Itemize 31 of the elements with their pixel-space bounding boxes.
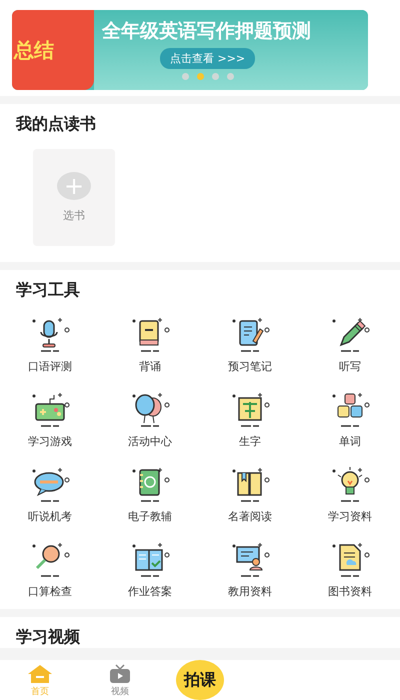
tv-icon	[109, 664, 131, 684]
section-title: 我的点读书	[16, 114, 97, 135]
tool-label[interactable]: 活动中心	[128, 434, 172, 449]
carousel-dot[interactable]	[197, 73, 204, 80]
tool-label[interactable]: 听说机考	[28, 509, 72, 524]
tool-label[interactable]: 预习笔记	[228, 359, 272, 374]
carousel-dot[interactable]	[212, 73, 219, 80]
tool-label[interactable]: 电子教辅	[128, 509, 172, 524]
tool-label[interactable]: 背诵	[139, 359, 161, 374]
tool-label[interactable]: 教用资料	[228, 584, 272, 599]
tool-label[interactable]: 口算检查	[28, 584, 72, 599]
banner-side-text: 总结	[14, 36, 55, 64]
tool-label[interactable]: 名著阅读	[228, 509, 272, 524]
tool-label[interactable]: 学习资料	[328, 509, 372, 524]
nav-tab[interactable]: 视频	[80, 664, 160, 698]
tool-label[interactable]: 生字	[239, 434, 261, 449]
tool-label[interactable]: 图书资料	[328, 584, 372, 599]
tool-label[interactable]: 学习游戏	[28, 434, 72, 449]
plus-icon: +	[57, 172, 91, 200]
section-title: 学习视频	[16, 627, 81, 648]
tool-label[interactable]: 作业答案	[128, 584, 172, 599]
banner-headline: 全年级英语写作押题预测	[102, 19, 311, 44]
tool-label[interactable]: 口语评测	[28, 359, 72, 374]
section-title: 学习工具	[16, 280, 81, 301]
add-book-label: 选书	[63, 208, 85, 223]
tool-label[interactable]: 听写	[339, 359, 361, 374]
tool-label[interactable]: 单词	[339, 434, 361, 449]
carousel-dot[interactable]	[227, 73, 234, 80]
snap-lesson-button[interactable]: 拍课	[176, 660, 224, 700]
home-icon	[27, 664, 53, 684]
carousel-dot[interactable]	[182, 73, 189, 80]
